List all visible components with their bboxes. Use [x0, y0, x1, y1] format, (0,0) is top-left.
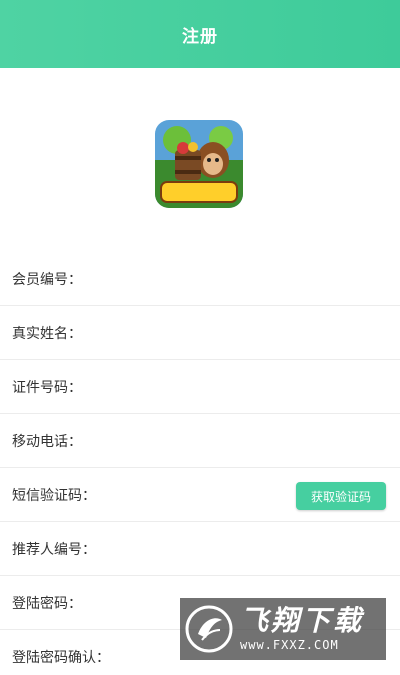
real-name-input[interactable] — [86, 317, 400, 348]
referrer-id-row: 推荐人编号： — [0, 522, 400, 576]
app-logo-icon — [155, 120, 243, 208]
watermark-logo-icon — [180, 598, 238, 660]
member-id-row: 会员编号： — [0, 252, 400, 306]
page-title: 注册 — [182, 26, 218, 47]
member-id-label: 会员编号： — [12, 271, 82, 288]
id-number-input[interactable] — [86, 371, 400, 402]
mobile-phone-row: 移动电话： — [0, 414, 400, 468]
confirm-password-label: 登陆密码确认： — [12, 650, 110, 666]
member-id-input[interactable] — [86, 263, 400, 294]
sms-code-input[interactable] — [100, 479, 290, 510]
top-bar: 注册 — [0, 0, 400, 68]
referrer-id-label: 推荐人编号： — [12, 541, 96, 558]
sms-code-label: 短信验证码： — [12, 487, 96, 504]
login-password-label: 登陆密码： — [12, 595, 82, 612]
real-name-row: 真实姓名： — [0, 306, 400, 360]
mobile-phone-label: 移动电话： — [12, 433, 82, 450]
real-name-label: 真实姓名： — [12, 325, 82, 342]
id-number-row: 证件号码： — [0, 360, 400, 414]
watermark-title: 飞翔下载 — [240, 604, 365, 637]
watermark: 飞翔下载 www.FXXZ.COM — [180, 598, 386, 660]
sms-code-row: 短信验证码： 获取验证码 — [0, 468, 400, 522]
referrer-id-input[interactable] — [100, 533, 400, 564]
id-number-label: 证件号码： — [12, 379, 82, 396]
mobile-phone-input[interactable] — [86, 425, 400, 456]
get-sms-code-button[interactable]: 获取验证码 — [296, 482, 386, 510]
watermark-url: www.FXXZ.COM — [240, 638, 339, 652]
